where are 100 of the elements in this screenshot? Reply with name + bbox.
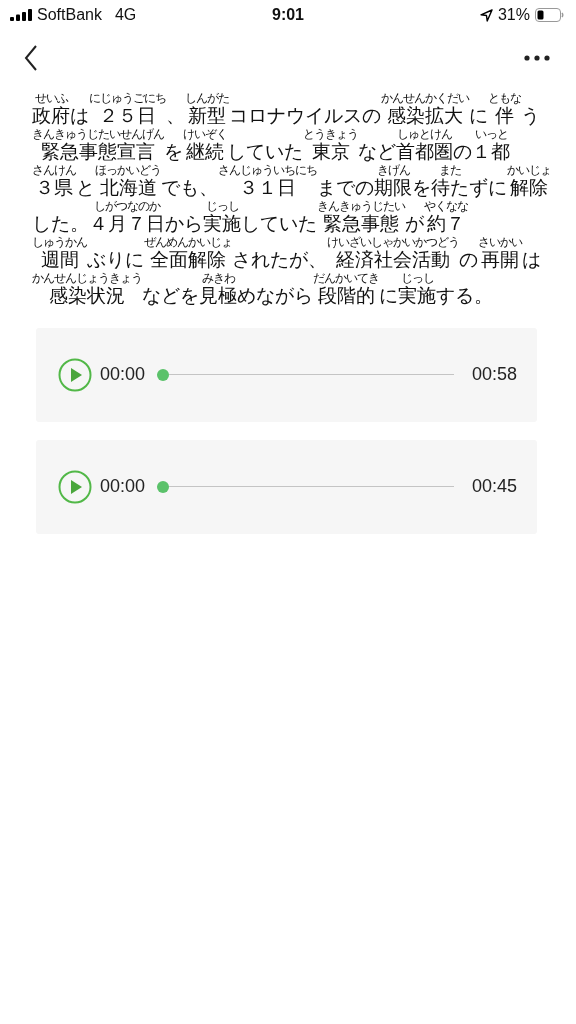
furigana: きげん [376, 163, 410, 178]
article-text: コロナウイルスの [229, 105, 381, 128]
article-text: 東京 [311, 141, 350, 164]
furigana: みきわ [201, 271, 235, 286]
furigana: さいかい [478, 235, 522, 250]
article-text: していた [227, 141, 303, 164]
article-text: う [521, 105, 540, 128]
more-button[interactable] [522, 53, 552, 63]
article-text: していた [241, 213, 317, 236]
back-button[interactable] [22, 43, 40, 73]
article-text: ４月７日 [89, 213, 165, 236]
article-text: する。 [436, 285, 493, 308]
article-text: ２５日 [99, 105, 156, 128]
article-text: した。 [32, 213, 89, 236]
article-text: の [453, 141, 472, 164]
article-text: の [459, 249, 478, 272]
article-text: 期限 [374, 177, 412, 200]
furigana: だんかいてき [313, 271, 379, 286]
furigana: とうきょう [303, 128, 358, 142]
article-text: と [76, 177, 95, 200]
furigana: にじゅうごにち [89, 92, 166, 106]
network-type: 4G [114, 6, 137, 24]
article-text: までの [317, 177, 374, 200]
article-text: を [180, 285, 199, 308]
article-text: に [469, 105, 488, 128]
furigana: しゅうかん [32, 235, 87, 250]
article-text: ３県 [35, 177, 73, 200]
article-text: 約７ [427, 213, 465, 236]
article-text: 実施 [203, 213, 241, 236]
article-text: 全面解除 [150, 249, 226, 272]
article-text: を [164, 141, 183, 164]
article-text: 、 [166, 105, 185, 128]
furigana: さんけん [32, 163, 76, 178]
article-text: されたが、 [232, 249, 327, 272]
article-text: を [412, 177, 431, 200]
furigana: けいざいしゃかいかつどう [327, 235, 459, 250]
current-time: 00:00 [100, 476, 146, 498]
article-text: 再開 [481, 249, 519, 272]
furigana: かいじょ [507, 163, 551, 178]
progress-slider[interactable] [157, 480, 454, 493]
article-text: 緊急事態 [323, 213, 399, 236]
progress-slider[interactable] [157, 368, 454, 381]
play-button[interactable] [58, 357, 92, 392]
article-text: 見極 [199, 285, 237, 308]
article-text: が [405, 213, 424, 236]
article-text: 緊急事態宣言 [41, 141, 155, 164]
article-text: 解除 [510, 177, 548, 200]
article-text: ずに [469, 177, 507, 200]
furigana: かんせんじょうきょう [32, 271, 142, 286]
article-text: １都 [472, 141, 510, 164]
article-text: でも、 [161, 177, 218, 200]
signal-icon [10, 9, 32, 21]
article-text: は [522, 249, 541, 272]
furigana: じっし [400, 271, 434, 286]
furigana: かんせんかくだい [381, 92, 469, 106]
article-text: 北海道 [99, 177, 157, 200]
article-text: 継続 [186, 141, 224, 164]
article-text: めながら [237, 285, 313, 308]
furigana: きんきゅうじたいせんげん [32, 128, 164, 142]
current-time: 00:00 [100, 364, 146, 386]
article-text: 新型 [188, 105, 226, 128]
article-text: など [358, 141, 396, 164]
furigana: さんじゅういちにち [218, 163, 317, 178]
battery-icon [535, 8, 564, 22]
furigana: じっし [205, 199, 239, 214]
article-text: は [70, 105, 89, 128]
article-text: 経済社会活動 [336, 249, 450, 272]
furigana: しゅとけん [397, 128, 452, 142]
furigana: きんきゅうじたい [317, 199, 405, 214]
furigana: やくなな [424, 199, 468, 214]
article-text: 感染拡大 [387, 105, 463, 128]
battery-percent: 31% [497, 6, 530, 24]
furigana: しんがた [185, 92, 229, 106]
article-text: ３１日 [239, 177, 296, 200]
article-text: など [142, 285, 180, 308]
furigana: また [439, 163, 461, 178]
article-text: 政府 [32, 105, 70, 128]
furigana: せいふ [34, 92, 68, 106]
article-text: ぶりに [87, 249, 144, 272]
furigana: ぜんめんかいじょ [144, 235, 232, 250]
article-text: に [379, 285, 398, 308]
article-text: 週間 [40, 249, 79, 272]
furigana: けいぞく [183, 128, 227, 142]
article-text: 実施 [398, 285, 436, 308]
carrier-name: SoftBank [37, 6, 102, 24]
duration-time: 00:45 [471, 476, 517, 498]
furigana: いっと [474, 128, 508, 142]
furigana: しがつなのか [94, 199, 160, 214]
article-text: 感染状況 [49, 285, 125, 308]
clock-time: 9:01 [272, 6, 304, 24]
furigana: ほっかいどう [95, 163, 161, 178]
article-text: 待た [431, 177, 469, 200]
article-text: から [165, 213, 203, 236]
duration-time: 00:58 [471, 364, 517, 386]
article-text: 首都圏 [396, 141, 453, 164]
article-text: 段階的 [317, 285, 375, 308]
furigana: ともな [488, 92, 521, 106]
location-arrow-icon [479, 8, 493, 22]
article-text: 伴 [495, 105, 514, 128]
play-button[interactable] [58, 469, 92, 504]
